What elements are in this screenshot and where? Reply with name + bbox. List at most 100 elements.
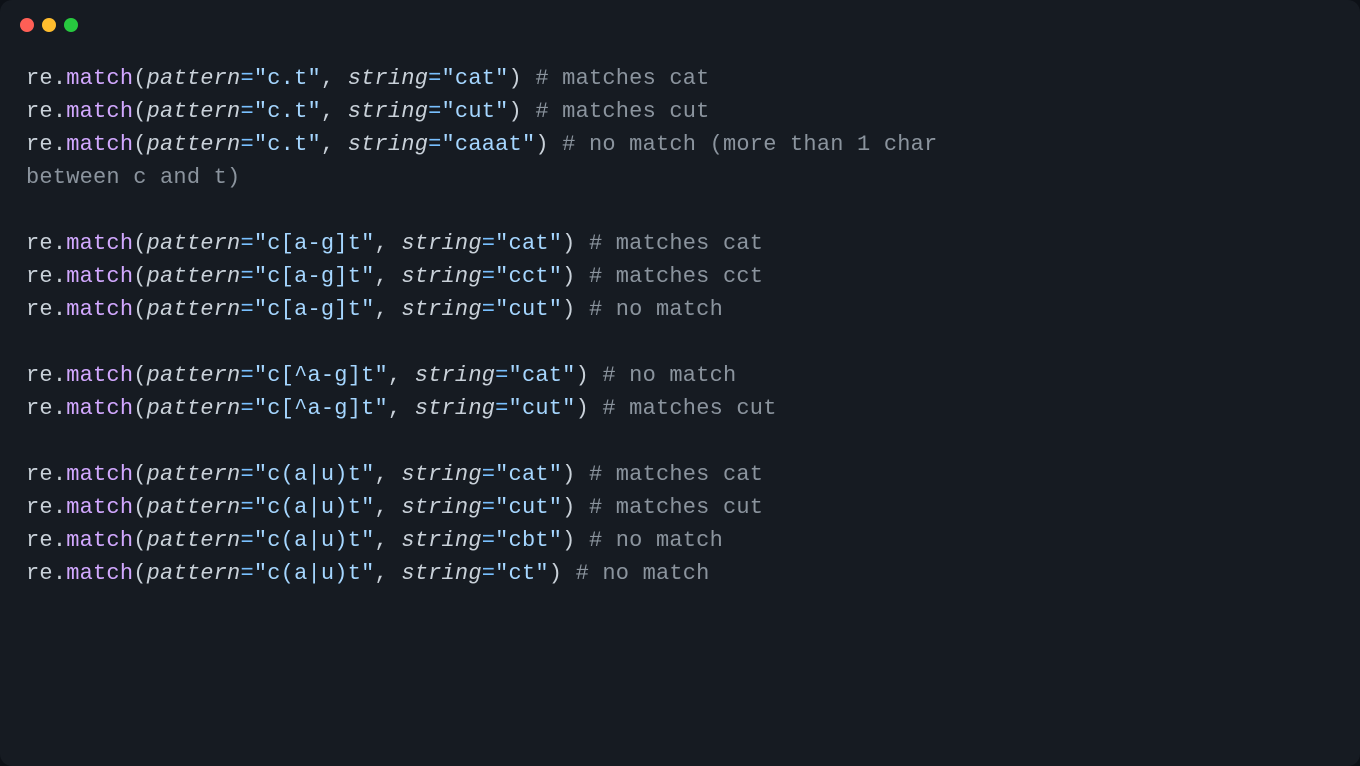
minimize-icon[interactable] [42,18,56,32]
code-comment: # no match (more than 1 char [562,132,951,157]
paren-open: ( [133,528,146,553]
function-name: match [66,132,133,157]
string-literal: "cut" [442,99,509,124]
close-icon[interactable] [20,18,34,32]
comma-punct: , [388,363,415,388]
dot-punct: . [53,231,66,256]
string-literal: "c.t" [254,66,321,91]
param-pattern: pattern [147,99,241,124]
string-literal: "cat" [495,462,562,487]
param-pattern: pattern [147,66,241,91]
module-name: re [26,66,53,91]
param-pattern: pattern [147,231,241,256]
function-name: match [66,264,133,289]
function-name: match [66,528,133,553]
comma-punct: , [388,396,415,421]
dot-punct: . [53,363,66,388]
function-name: match [66,462,133,487]
paren-open: ( [133,231,146,256]
string-literal: "c(a|u)t" [254,561,375,586]
equals-op: = [495,363,508,388]
equals-op: = [240,462,253,487]
equals-op: = [240,495,253,520]
paren-open: ( [133,264,146,289]
param-pattern: pattern [147,132,241,157]
code-comment: # matches cat [535,66,709,91]
string-literal: "cat" [509,363,576,388]
code-comment: # matches cat [589,231,763,256]
module-name: re [26,231,53,256]
function-name: match [66,66,133,91]
code-block: re.match(pattern="c.t", string="cat") # … [0,42,1360,616]
paren-close: ) [562,297,589,322]
code-comment: # matches cut [602,396,776,421]
string-literal: "cat" [495,231,562,256]
code-comment: # no match [589,297,723,322]
dot-punct: . [53,264,66,289]
string-literal: "c[a-g]t" [254,231,375,256]
comma-punct: , [321,66,348,91]
param-string: string [401,264,481,289]
param-string: string [348,99,428,124]
comma-punct: , [375,495,402,520]
param-string: string [401,495,481,520]
param-pattern: pattern [147,495,241,520]
code-comment: # matches cat [589,462,763,487]
equals-op: = [482,231,495,256]
equals-op: = [240,297,253,322]
equals-op: = [240,561,253,586]
string-literal: "cut" [495,297,562,322]
function-name: match [66,99,133,124]
string-literal: "cut" [495,495,562,520]
string-literal: "c[^a-g]t" [254,363,388,388]
equals-op: = [240,66,253,91]
code-comment: # no match [576,561,710,586]
equals-op: = [428,99,441,124]
paren-open: ( [133,132,146,157]
code-comment: # matches cut [589,495,763,520]
equals-op: = [428,132,441,157]
param-string: string [348,132,428,157]
paren-open: ( [133,495,146,520]
param-pattern: pattern [147,396,241,421]
string-literal: "caaat" [442,132,536,157]
code-comment: # matches cut [535,99,709,124]
equals-op: = [240,264,253,289]
string-literal: "ct" [495,561,549,586]
equals-op: = [240,231,253,256]
string-literal: "c[a-g]t" [254,297,375,322]
code-line: re.match(pattern="c[^a-g]t", string="cat… [26,359,1334,392]
paren-open: ( [133,66,146,91]
function-name: match [66,297,133,322]
module-name: re [26,297,53,322]
paren-open: ( [133,561,146,586]
dot-punct: . [53,528,66,553]
code-comment: # no match [602,363,736,388]
paren-close: ) [562,264,589,289]
param-string: string [401,528,481,553]
code-line: re.match(pattern="c.t", string="cut") # … [26,95,1334,128]
param-pattern: pattern [147,528,241,553]
dot-punct: . [53,396,66,421]
string-literal: "c(a|u)t" [254,528,375,553]
code-line [26,326,1334,359]
paren-close: ) [509,99,536,124]
code-line: re.match(pattern="c.t", string="cat") # … [26,62,1334,95]
code-line: re.match(pattern="c[a-g]t", string="cut"… [26,293,1334,326]
string-literal: "cut" [509,396,576,421]
string-literal: "cct" [495,264,562,289]
module-name: re [26,363,53,388]
function-name: match [66,231,133,256]
equals-op: = [495,396,508,421]
dot-punct: . [53,132,66,157]
comma-punct: , [375,528,402,553]
maximize-icon[interactable] [64,18,78,32]
code-comment: # matches cct [589,264,763,289]
string-literal: "cbt" [495,528,562,553]
dot-punct: . [53,495,66,520]
equals-op: = [482,462,495,487]
code-line: re.match(pattern="c(a|u)t", string="cbt"… [26,524,1334,557]
equals-op: = [240,363,253,388]
function-name: match [66,561,133,586]
string-literal: "cat" [442,66,509,91]
